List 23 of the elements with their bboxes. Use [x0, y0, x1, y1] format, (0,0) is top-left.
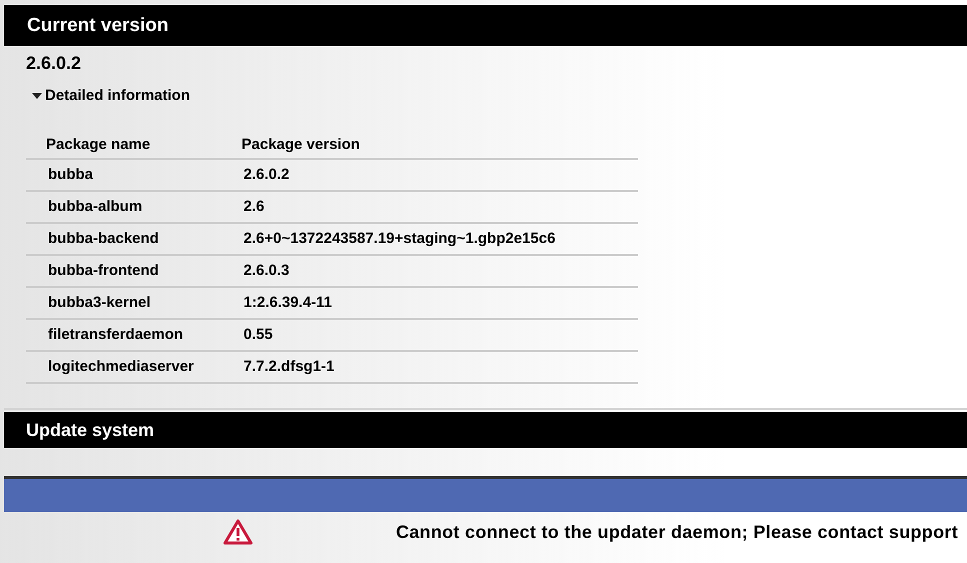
error-message: Cannot connect to the updater daemon; Please contact support	[396, 522, 958, 542]
table-cell: 1:2.6.39.4-11	[238, 287, 638, 319]
table-cell: bubba-album	[26, 191, 238, 223]
table-cell: bubba-backend	[26, 223, 238, 255]
section-header: Update system	[4, 412, 967, 448]
table-cell: bubba	[26, 159, 238, 191]
table-cell: 2.6.0.3	[238, 255, 638, 287]
column-header: Package name	[26, 132, 238, 159]
table-cell: bubba3-kernel	[26, 287, 238, 319]
details-toggle[interactable]: Detailed information	[32, 87, 190, 104]
table-cell: logitechmediaserver	[26, 351, 238, 383]
table-cell: 7.7.2.dfsg1-1	[238, 351, 638, 383]
version-number: 2.6.0.2	[26, 53, 82, 74]
column-header: Package version	[238, 132, 638, 159]
section-header: Current version	[4, 5, 967, 46]
table-cell: 2.6	[238, 191, 638, 223]
caret-icon	[32, 92, 42, 98]
table-cell: 0.55	[238, 319, 638, 351]
table-cell: 2.6+0~1372243587.19+staging~1.gbp2e15c6	[238, 223, 638, 255]
table-cell: 2.6.0.2	[238, 159, 638, 191]
table-cell: filetransferdaemon	[26, 319, 238, 351]
table-cell: bubba-frontend	[26, 255, 238, 287]
warning-icon	[223, 519, 253, 545]
